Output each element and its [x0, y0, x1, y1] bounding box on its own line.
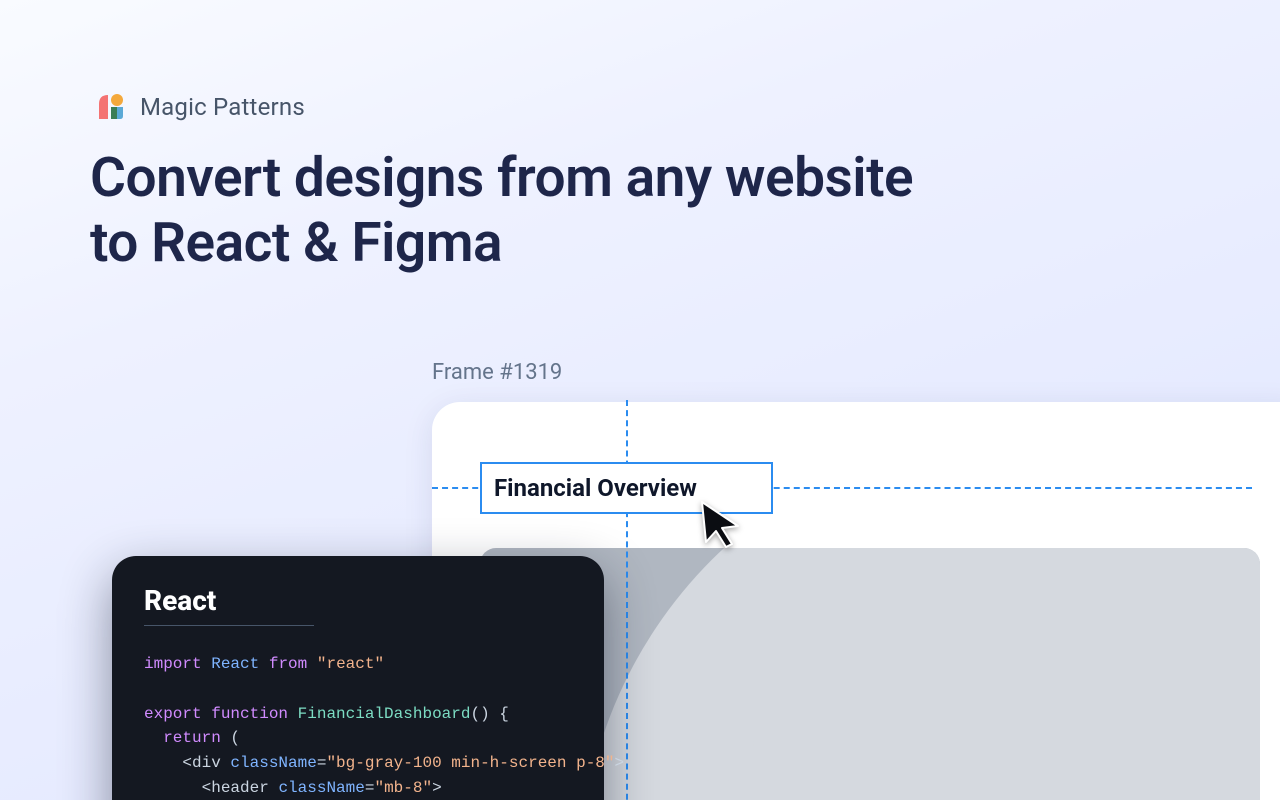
- brand-name: Magic Patterns: [140, 93, 305, 121]
- brand-logo-icon: [96, 92, 126, 122]
- placeholder-sun-shape: [680, 708, 754, 782]
- code-panel: React import React from "react" export f…: [112, 556, 604, 800]
- code-panel-title: React: [144, 584, 314, 626]
- frame-label: Frame #1319: [432, 360, 562, 385]
- selected-element-text: Financial Overview: [494, 474, 697, 502]
- guide-line-vertical: [626, 400, 628, 800]
- code-block: import React from "react" export functio…: [144, 652, 572, 800]
- brand-row: Magic Patterns: [96, 92, 305, 122]
- headline-line-1: Convert designs from any website: [90, 146, 913, 210]
- placeholder-hill-shape: [580, 548, 1260, 800]
- page-headline: Convert designs from any website to Reac…: [90, 146, 913, 276]
- cursor-icon: [698, 500, 744, 548]
- headline-line-2: to React & Figma: [90, 211, 502, 275]
